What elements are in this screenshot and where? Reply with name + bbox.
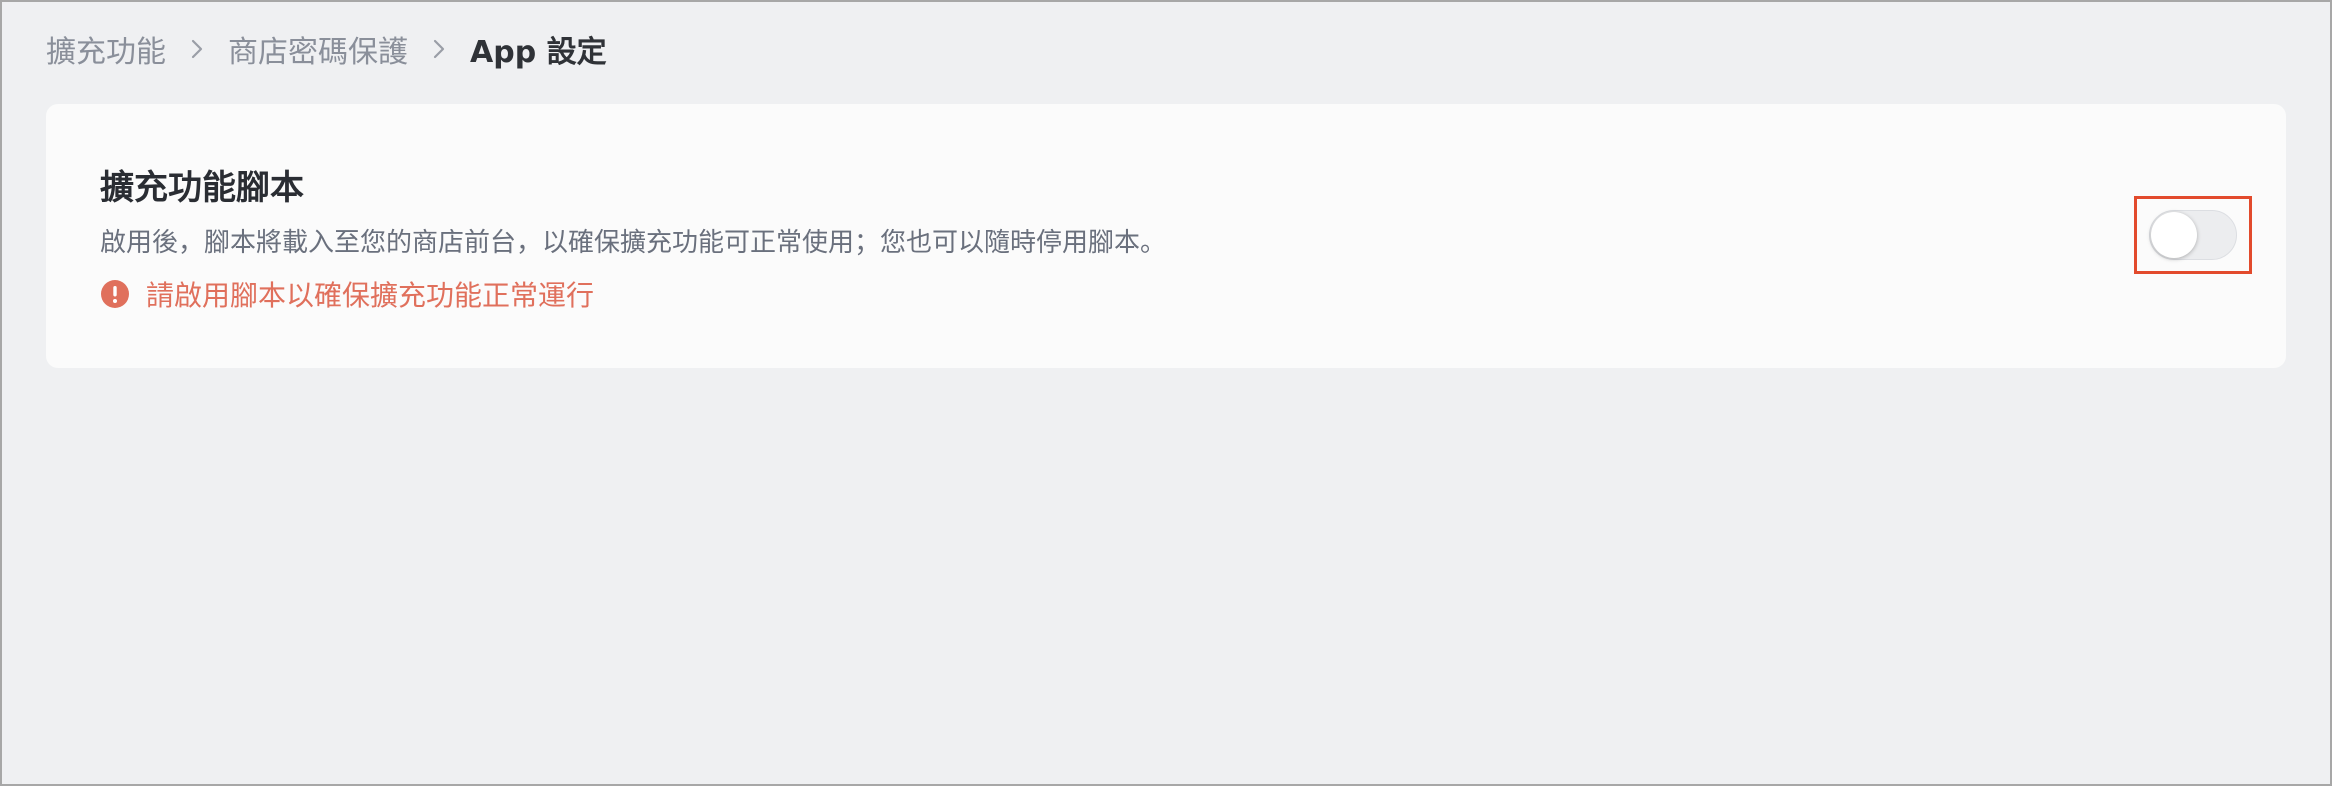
card-title: 擴充功能腳本: [100, 168, 304, 208]
chevron-right-icon: [408, 24, 470, 74]
page-title: App 設定: [470, 35, 607, 70]
exclamation-circle-icon: [100, 279, 130, 309]
script-toggle[interactable]: [2149, 210, 2237, 260]
warning-message: 請啟用腳本以確保擴充功能正常運行: [100, 274, 594, 314]
breadcrumb-extensions[interactable]: 擴充功能: [46, 27, 166, 71]
toggle-highlight: [2134, 196, 2252, 274]
breadcrumb: 擴充功能 商店密碼保護 App 設定: [46, 24, 607, 74]
breadcrumb-store-password[interactable]: 商店密碼保護: [228, 27, 408, 71]
toggle-knob: [2151, 212, 2197, 258]
chevron-right-icon: [166, 24, 228, 74]
card-description: 啟用後，腳本將載入至您的商店前台，以確保擴充功能可正常使用；您也可以隨時停用腳本…: [100, 228, 1167, 258]
warning-text: 請啟用腳本以確保擴充功能正常運行: [146, 279, 595, 312]
extension-script-card: 擴充功能腳本 啟用後，腳本將載入至您的商店前台，以確保擴充功能可正常使用；您也可…: [46, 104, 2286, 368]
